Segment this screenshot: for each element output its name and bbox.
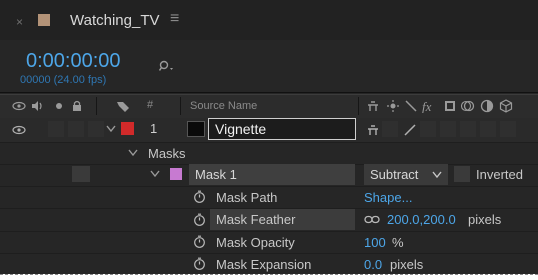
motion-blur-switch[interactable] <box>460 121 476 137</box>
column-divider <box>358 97 359 115</box>
shy-switch-icon[interactable] <box>366 123 380 137</box>
property-value[interactable]: Shape... <box>364 190 412 205</box>
layer-source-thumbnail <box>187 121 205 137</box>
row-divider <box>0 231 538 232</box>
quality-icon[interactable] <box>404 99 418 113</box>
label-tag-icon[interactable] <box>116 99 130 113</box>
layer-number: 1 <box>150 121 158 136</box>
property-label: Mask Opacity <box>216 235 295 250</box>
timeline-panel: × Watching_TV ≡ 0:00:00:00 00000 (24.00 … <box>0 0 538 280</box>
row-divider <box>0 253 538 254</box>
layer-name-text: Vignette <box>215 121 267 137</box>
frame-blend-switch[interactable] <box>440 121 456 137</box>
property-label: Mask Expansion <box>216 257 312 272</box>
property-unit: pixels <box>468 212 502 227</box>
property-value[interactable]: 100 <box>364 235 386 250</box>
adjustment-switch[interactable] <box>480 121 496 137</box>
bottom-edge <box>0 274 538 280</box>
property-value[interactable]: 0.0 <box>364 257 382 272</box>
mask-mode-value: Subtract <box>370 167 419 182</box>
lock-icon[interactable] <box>70 99 84 113</box>
mask-color-swatch[interactable] <box>170 168 182 180</box>
3d-layer-icon[interactable] <box>499 99 513 113</box>
inverted-label: Inverted <box>476 167 523 182</box>
row-divider <box>0 142 538 143</box>
layer-number-header: # <box>147 99 154 111</box>
shy-cell[interactable] <box>88 121 104 137</box>
property-unit: % <box>392 235 404 250</box>
property-label: Mask Feather <box>216 212 296 227</box>
collapse-switch[interactable] <box>382 121 398 137</box>
search-icon[interactable] <box>159 60 177 74</box>
mask-mode-dropdown[interactable]: Subtract <box>364 164 448 185</box>
mask-name: Mask 1 <box>195 167 237 182</box>
composition-tab-title[interactable]: Watching_TV <box>70 12 159 29</box>
svg-text:fx: fx <box>422 99 432 113</box>
composition-tab-bar: × Watching_TV ≡ <box>0 0 538 41</box>
solo-icon[interactable] <box>52 99 66 113</box>
row-divider <box>0 186 538 187</box>
mask-name-field[interactable]: Mask 1 <box>189 164 355 185</box>
adjustment-layer-icon[interactable] <box>480 99 494 113</box>
lock-switch[interactable] <box>68 121 84 137</box>
eye-icon[interactable] <box>12 99 26 113</box>
chevron-down-icon <box>432 171 442 179</box>
property-value[interactable]: 200.0,200.0 <box>387 212 456 227</box>
chevron-down-icon[interactable] <box>149 169 161 179</box>
audio-icon[interactable] <box>30 99 44 113</box>
frame-blend-icon[interactable] <box>443 99 457 113</box>
motion-blur-icon[interactable] <box>461 99 475 113</box>
close-icon[interactable]: × <box>16 16 23 28</box>
effects-fx-icon[interactable]: fx <box>422 99 436 113</box>
column-divider <box>180 97 181 115</box>
layer-label-color[interactable] <box>121 122 134 135</box>
stopwatch-icon[interactable] <box>193 257 206 270</box>
property-label: Mask Path <box>216 190 278 205</box>
masks-group-label[interactable]: Masks <box>148 146 186 161</box>
property-unit: pixels <box>390 257 424 272</box>
column-divider <box>96 97 97 115</box>
effects-switch[interactable] <box>420 121 436 137</box>
layer-name-input[interactable]: Vignette <box>208 118 356 140</box>
chevron-down-icon[interactable] <box>105 124 117 134</box>
collapse-transform-icon[interactable] <box>386 99 400 113</box>
stopwatch-icon[interactable] <box>193 190 206 203</box>
constrain-proportions-link-icon[interactable] <box>364 215 380 224</box>
panel-menu-icon[interactable]: ≡ <box>170 10 179 28</box>
frame-rate-label: 00000 (24.00 fps) <box>20 74 107 86</box>
source-name-header[interactable]: Source Name <box>190 100 257 112</box>
3d-switch[interactable] <box>500 121 516 137</box>
chevron-down-icon[interactable] <box>127 148 139 158</box>
mask-visibility-cell[interactable] <box>72 166 90 182</box>
current-time-display[interactable]: 0:00:00:00 <box>26 50 121 73</box>
inverted-checkbox[interactable] <box>454 166 470 182</box>
stopwatch-icon[interactable] <box>193 235 206 248</box>
shy-switch-icon[interactable] <box>366 99 380 113</box>
solo-switch[interactable] <box>48 121 64 137</box>
eye-icon[interactable] <box>12 123 26 137</box>
composition-label-swatch <box>38 14 50 26</box>
quality-switch-icon[interactable] <box>403 123 417 137</box>
stopwatch-icon[interactable] <box>193 213 206 226</box>
